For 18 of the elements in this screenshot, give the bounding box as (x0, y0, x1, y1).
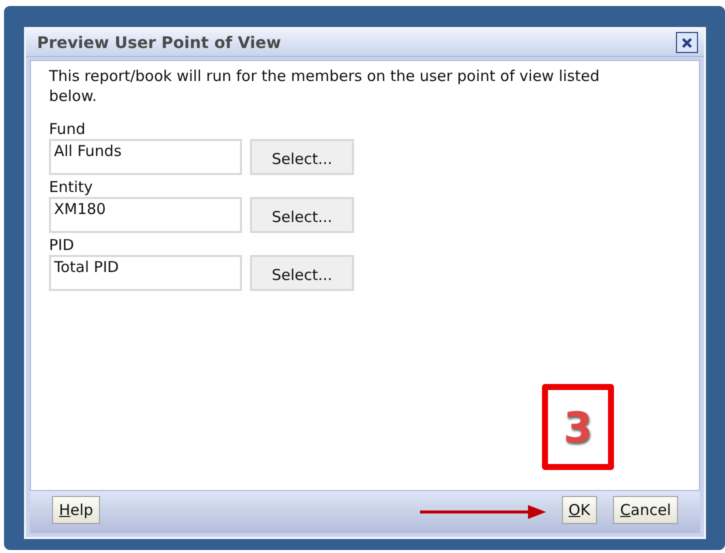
step-callout: 3 (542, 384, 614, 470)
select-button[interactable]: Select... (250, 255, 354, 291)
field-label: Entity (49, 178, 94, 197)
member-field[interactable]: XM180 (49, 197, 242, 233)
window-title: Preview User Point of View (37, 33, 281, 52)
footer-button[interactable]: Help (52, 496, 100, 524)
select-button[interactable]: Select... (250, 197, 354, 233)
field-label: Fund (49, 120, 86, 139)
arrow-icon (418, 504, 548, 520)
close-icon (680, 36, 694, 50)
intro-text: This report/book will run for the members on the user point of view listed below. (49, 66, 600, 106)
footer-button[interactable]: Cancel (613, 496, 678, 524)
field-label: PID (49, 236, 76, 255)
member-field[interactable]: All Funds (49, 139, 242, 175)
select-button[interactable]: Select... (250, 139, 354, 175)
footer-button[interactable]: OK (562, 496, 598, 524)
member-field[interactable]: Total PID (49, 255, 242, 291)
close-button[interactable] (676, 32, 698, 53)
